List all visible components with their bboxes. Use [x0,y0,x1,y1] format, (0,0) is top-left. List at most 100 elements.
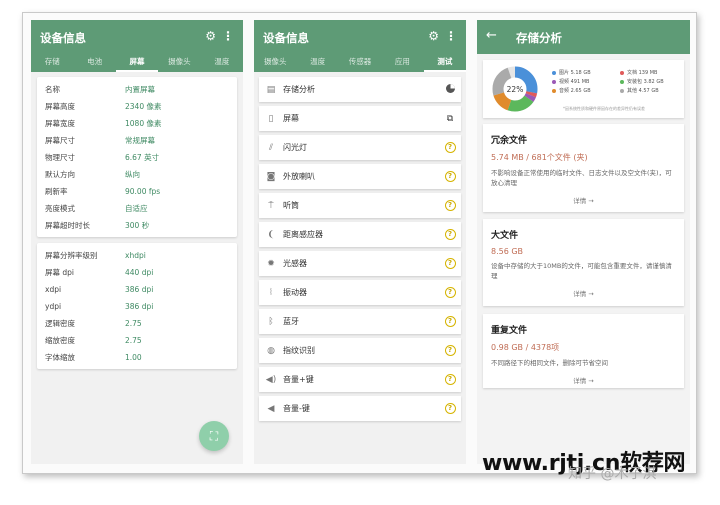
card-description: 设备中存储的大于10MB的文件，可能包含重要文件，请谨慎清理 [491,262,672,280]
tab-sensors[interactable]: 传感器 [339,54,381,72]
info-value: 常规屏幕 [125,136,155,145]
info-key: 亮度模式 [45,204,75,213]
info-key: 屏幕宽度 [45,119,75,128]
test-item-light-sensor[interactable]: ✹ 光感器 ? [259,251,461,276]
test-item-proximity[interactable]: ❨ 距离感应器 ? [259,222,461,247]
tab-battery[interactable]: 电池 [73,54,115,72]
more-vert-icon[interactable]: ⋮ [445,29,457,43]
tab-apps[interactable]: 应用 [381,54,423,72]
details-link[interactable]: 详情 → [491,375,676,391]
legend-dot [552,79,556,84]
storage-analysis-panel: ← 存储分析 22% 图片 5.18 GB 文档 139 MB 视频 491 M… [477,20,690,464]
question-icon: ? [444,345,456,356]
test-item-fingerprint[interactable]: ◍ 指纹识别 ? [259,338,461,363]
tab-bar: 摄像头 温度 传感器 应用 测试 [254,54,466,72]
test-item-vibrator[interactable]: ⦚ 振动器 ? [259,280,461,305]
legend-dot [620,79,624,84]
info-value: 内置屏幕 [125,85,155,94]
copy-icon: ⧉ [446,113,454,124]
info-row: 屏幕分辨率级别 xhdpi [37,247,237,264]
test-item-flashlight[interactable]: ⫽ 闪光灯 ? [259,135,461,160]
legend-item: 其他 4.57 GB [620,87,688,94]
screen-info-card: 名称 内置屏幕 屏幕高度 2340 像素 屏幕宽度 1080 像素 屏幕尺寸 常规屏幕 … [37,77,237,237]
vibrate-icon: ⦚ [270,287,272,298]
info-row: 刷新率 90.00 fps [37,183,237,200]
tab-test[interactable]: 测试 [423,54,466,72]
redundant-files-card[interactable]: 冗余文件 5.74 MB / 681个文件 (夹) 不影响设备正常使用的临时文件… [483,124,684,212]
screen-icon: ▯ [268,113,274,124]
more-vert-icon[interactable]: ⋮ [222,29,234,43]
test-item-speaker[interactable]: ◙ 外放喇叭 ? [259,164,461,189]
info-value: 纵向 [125,170,140,179]
question-icon: ? [444,229,456,240]
fullscreen-icon: ⛶ [209,429,219,443]
card-title: 冗余文件 [491,136,528,146]
storage-icon: ▤ [266,84,276,95]
legend-dot [552,88,556,93]
device-test-panel: 设备信息 ⚙ ⋮ 摄像头 温度 传感器 应用 测试 ▤ 存储分析 ▯ 屏幕 ⧉ … [254,20,466,464]
test-item-label: 振动器 [283,288,307,297]
info-row: 名称 内置屏幕 [37,81,237,98]
donut-center-label: 22% [507,85,524,94]
test-item-volume-up[interactable]: ◀) 音量+键 ? [259,367,461,392]
info-value: 90.00 fps [125,187,161,196]
large-files-card[interactable]: 大文件 8.56 GB 设备中存储的大于10MB的文件，可能包含重要文件，请谨慎… [483,219,684,306]
test-item-earpiece[interactable]: ⍑ 听筒 ? [259,193,461,218]
test-item-label: 音量-键 [283,404,310,413]
fingerprint-icon: ◍ [267,345,275,356]
tab-temperature[interactable]: 温度 [296,54,338,72]
info-key: 刷新率 [45,187,68,196]
info-row: 屏幕超时时长 300 秒 [37,217,237,234]
tab-screen[interactable]: 屏幕 [115,54,159,72]
tab-storage[interactable]: 存储 [31,54,73,72]
question-icon: ? [444,403,456,414]
question-icon: ? [444,200,456,211]
info-key: 缩放密度 [45,336,75,345]
test-item-label: 蓝牙 [283,317,299,326]
info-row: 屏幕 dpi 440 dpi [37,264,237,281]
details-link[interactable]: 详情 → [491,288,676,304]
info-value: 386 dpi [125,302,154,311]
fullscreen-fab-button[interactable]: ⛶ [199,421,229,451]
gear-icon[interactable]: ⚙ [428,29,439,43]
question-icon: ? [444,258,456,269]
legend-dot [620,88,624,93]
storage-overview-card: 22% 图片 5.18 GB 文档 139 MB 视频 491 MB 安装包 3… [483,60,684,118]
info-key: 名称 [45,85,60,94]
tab-temperature[interactable]: 温度 [201,54,243,72]
info-key: 屏幕尺寸 [45,136,75,145]
info-row: 屏幕尺寸 常规屏幕 [37,132,237,149]
info-row: 字体缩放 1.00 [37,349,237,366]
question-icon: ? [444,374,456,385]
question-icon: ? [444,142,456,153]
info-key: 字体缩放 [45,353,75,362]
question-icon: ? [444,287,456,298]
test-item-bluetooth[interactable]: ᛒ 蓝牙 ? [259,309,461,334]
tab-camera[interactable]: 摄像头 [158,54,200,72]
card-title: 大文件 [491,231,519,241]
density-info-card: 屏幕分辨率级别 xhdpi 屏幕 dpi 440 dpi xdpi 386 dpi y… [37,243,237,369]
info-value: 1.00 [125,353,142,362]
info-key: 默认方向 [45,170,75,179]
tab-camera[interactable]: 摄像头 [254,54,296,72]
test-item-volume-down[interactable]: ◀ 音量-键 ? [259,396,461,421]
test-item-screen[interactable]: ▯ 屏幕 ⧉ [259,106,461,131]
info-value: 2.75 [125,319,142,328]
info-row: xdpi 386 dpi [37,281,237,298]
question-icon: ? [444,171,456,182]
app-title: 设备信息 [40,31,86,45]
test-item-label: 听筒 [283,201,299,210]
info-value: xhdpi [125,251,146,260]
app-bar: 设备信息 ⚙ ⋮ 摄像头 温度 传感器 应用 测试 [254,20,466,72]
gear-icon[interactable]: ⚙ [205,29,216,43]
details-link[interactable]: 详情 → [491,195,676,211]
back-arrow-icon[interactable]: ← [486,28,497,43]
test-item-label: 屏幕 [283,114,299,123]
info-value: 2.75 [125,336,142,345]
tab-bar: 存储 电池 屏幕 摄像头 温度 [31,54,243,72]
info-key: 逻辑密度 [45,319,75,328]
test-item-storage[interactable]: ▤ 存储分析 [259,77,461,102]
info-row: 亮度模式 自适应 [37,200,237,217]
duplicate-files-card[interactable]: 重复文件 0.98 GB / 4378项 不同路径下的相同文件，删除可节省空间 … [483,314,684,388]
app-title: 存储分析 [516,31,562,45]
